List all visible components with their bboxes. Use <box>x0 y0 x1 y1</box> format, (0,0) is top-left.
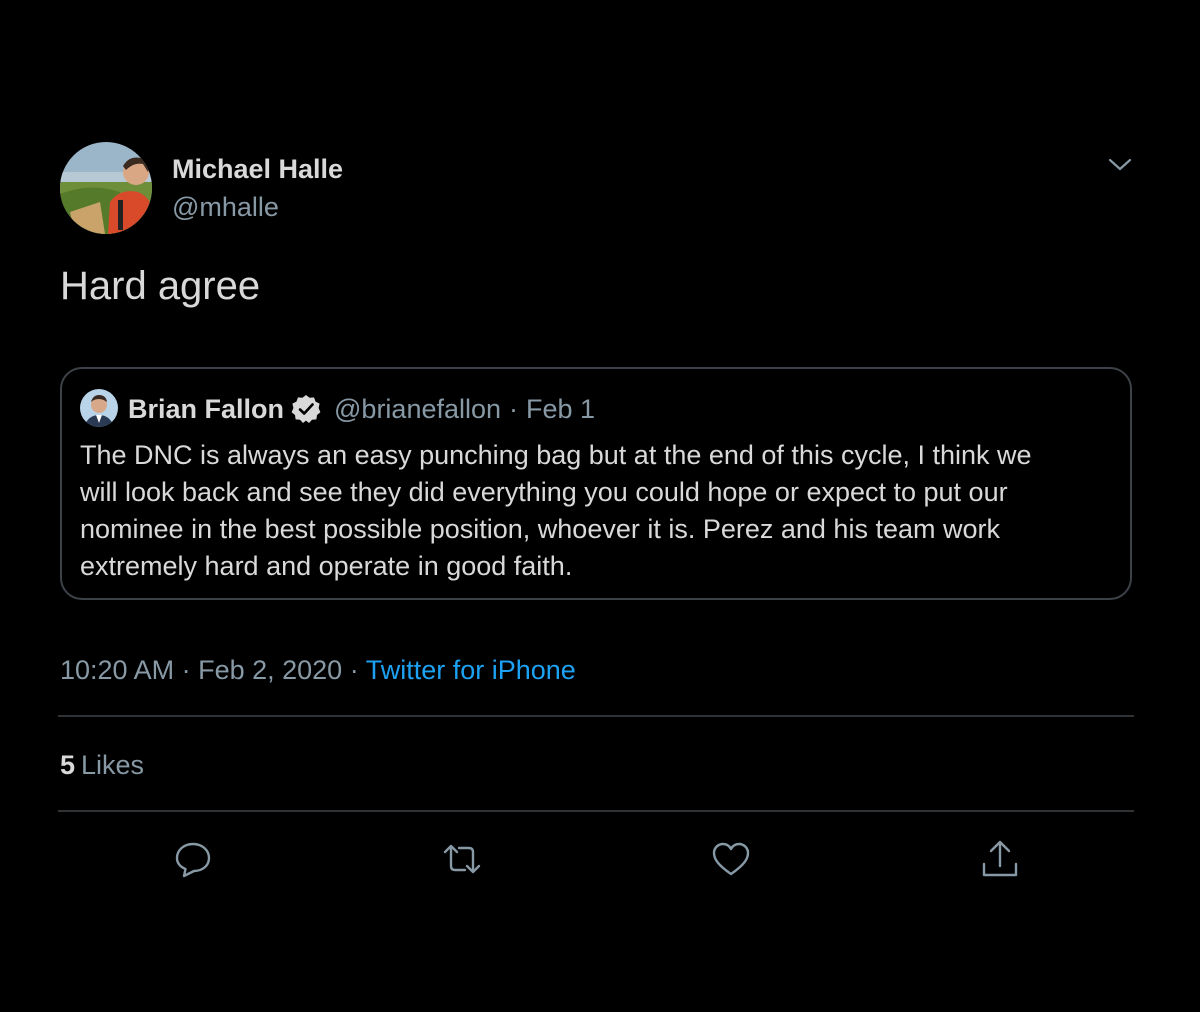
likes-summary[interactable]: 5 Likes <box>60 747 144 783</box>
chevron-down-icon[interactable] <box>1104 148 1136 180</box>
author-handle[interactable]: @mhalle <box>172 190 279 224</box>
quoted-text-line: extremely hard and operate in good faith… <box>80 551 573 581</box>
divider <box>58 715 1134 717</box>
quoted-text-line: nominee in the best possible position, w… <box>80 514 1000 544</box>
reply-icon[interactable] <box>172 838 214 880</box>
quoted-author-avatar[interactable] <box>80 389 118 427</box>
quoted-header: Brian Fallon @brianefallon · Feb 1 <box>128 391 595 427</box>
tweet-source-link[interactable]: Twitter for iPhone <box>366 655 576 685</box>
tweet-metadata: 10:20 AM · Feb 2, 2020 · Twitter for iPh… <box>60 652 576 688</box>
quoted-text: The DNC is always an easy punching bag b… <box>80 437 1110 585</box>
likes-count: 5 <box>60 750 76 780</box>
quoted-text-line: The DNC is always an easy punching bag b… <box>80 440 1032 470</box>
tweet-text: Hard agree <box>60 264 261 308</box>
metadata-separator: · <box>342 655 366 685</box>
divider <box>58 810 1134 812</box>
quoted-author-name[interactable]: Brian Fallon <box>128 394 284 425</box>
author-name[interactable]: Michael Halle <box>172 152 343 186</box>
author-avatar[interactable] <box>60 142 152 234</box>
share-icon[interactable] <box>979 838 1021 880</box>
verified-badge-icon <box>290 393 322 425</box>
quoted-author-handle[interactable]: @brianefallon <box>334 394 501 425</box>
retweet-icon[interactable] <box>441 838 483 880</box>
quoted-tweet[interactable]: Brian Fallon @brianefallon · Feb 1 The D… <box>60 367 1132 600</box>
tweet-detail: Michael Halle @mhalle Hard agree Brian F… <box>0 0 1200 1012</box>
quoted-date[interactable]: Feb 1 <box>526 394 595 425</box>
tweet-timestamp[interactable]: 10:20 AM · Feb 2, 2020 <box>60 655 342 685</box>
heart-icon[interactable] <box>710 838 752 880</box>
quoted-separator: · <box>509 393 519 424</box>
quoted-text-line: will look back and see they did everythi… <box>80 477 1008 507</box>
likes-label: Likes <box>81 750 145 780</box>
